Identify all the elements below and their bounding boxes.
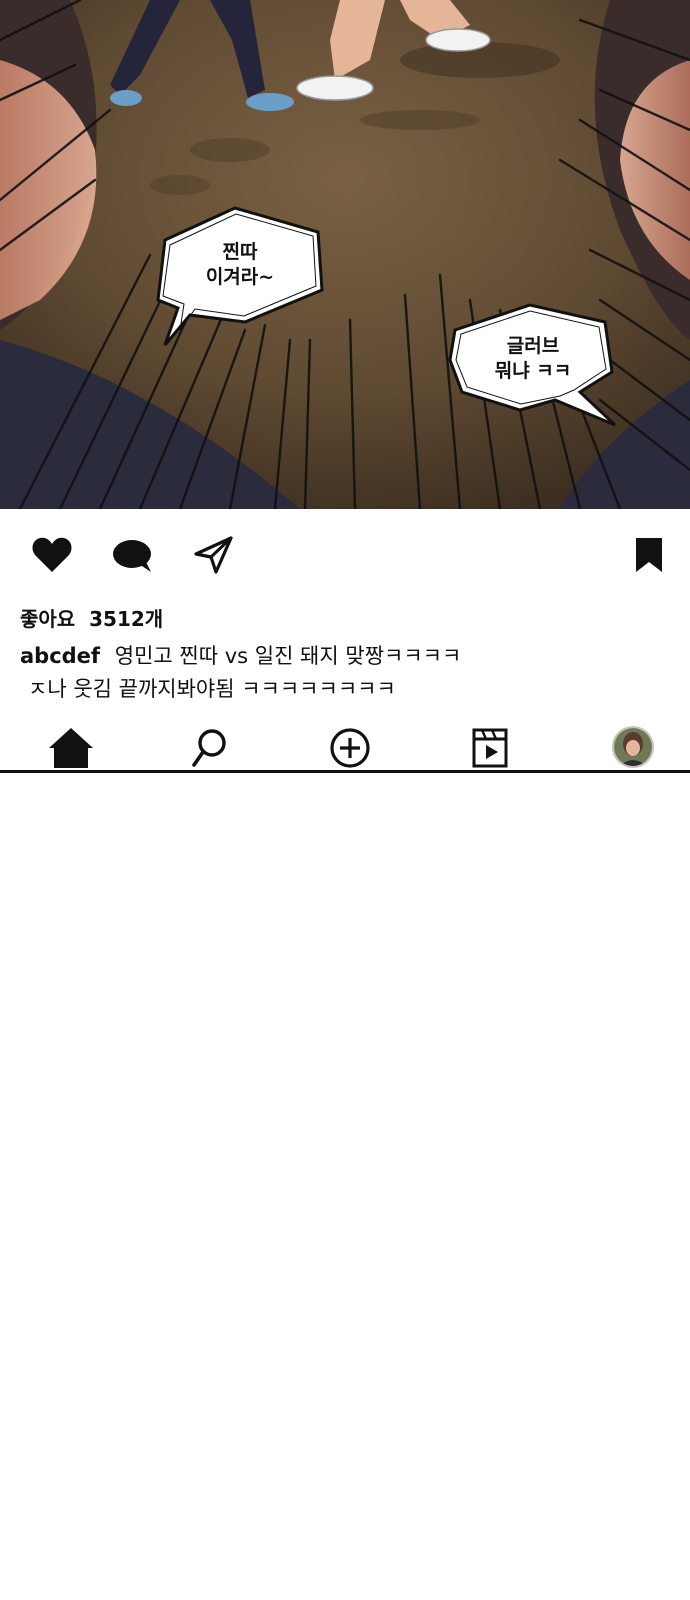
bottom-navigation — [0, 715, 690, 773]
comic-panel-illustration — [0, 0, 690, 509]
nav-reels[interactable] — [465, 725, 515, 771]
save-button[interactable] — [626, 533, 672, 577]
like-button[interactable] — [28, 533, 76, 577]
post-caption: abcdef 영민고 찐따 vs 일진 돼지 맞짱ㅋㅋㅋㅋ ㅈ나 웃김 끝까지봐… — [20, 640, 670, 706]
comment-bubble-icon — [113, 540, 151, 572]
caption-username[interactable]: abcdef — [20, 644, 100, 668]
profile-avatar — [614, 728, 652, 766]
paper-plane-icon — [194, 536, 233, 574]
caption-text-line1: 영민고 찐따 vs 일진 돼지 맞짱ㅋㅋㅋㅋ — [114, 644, 462, 668]
reels-icon — [472, 728, 508, 768]
post-image[interactable]: 찐따 이겨라~ 글러브 뭐냐 ㅋㅋ — [0, 0, 690, 509]
like-count[interactable]: 좋아요 3512개 — [20, 603, 163, 632]
add-post-icon — [330, 728, 370, 768]
nav-home[interactable] — [46, 725, 96, 771]
nav-profile-avatar[interactable] — [612, 726, 654, 768]
nav-search[interactable] — [185, 725, 235, 771]
nav-divider — [0, 770, 690, 773]
post-action-bar — [0, 509, 690, 599]
nav-add-post[interactable] — [325, 725, 375, 771]
home-icon — [49, 728, 93, 768]
search-icon — [192, 729, 226, 767]
bookmark-icon — [636, 538, 662, 572]
heart-icon — [32, 537, 72, 572]
speech-bubble-1-text: 찐따 이겨라~ — [205, 241, 275, 288]
comment-button[interactable] — [108, 533, 156, 577]
caption-text-line2: ㅈ나 웃김 끝까지봐야됨 ㅋㅋㅋㅋㅋㅋㅋㅋ — [28, 677, 396, 701]
speech-bubble-2-text: 글러브 뭐냐 ㅋㅋ — [494, 335, 572, 382]
share-button[interactable] — [190, 533, 238, 577]
